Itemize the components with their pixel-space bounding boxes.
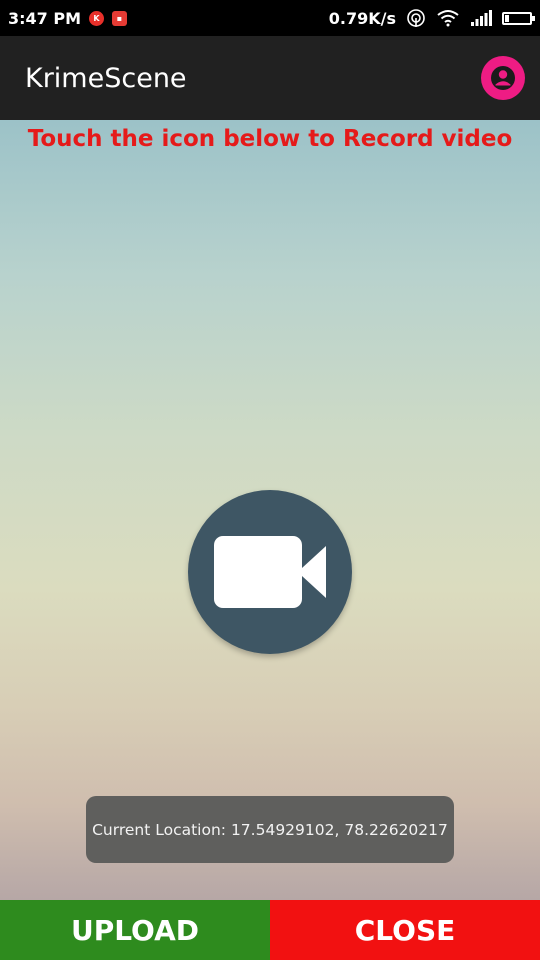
upload-button[interactable]: UPLOAD	[0, 900, 270, 960]
instruction-text: Touch the icon below to Record video	[27, 126, 513, 152]
battery-level	[505, 14, 509, 22]
status-bar: 3:47 PM K ▪ 0.79K/s	[0, 0, 540, 36]
app-bar: KrimeScene	[0, 36, 540, 120]
profile-button[interactable]	[481, 56, 525, 100]
record-area: Touch the icon below to Record video Cur…	[0, 120, 540, 900]
network-speed: 0.79K/s	[328, 8, 396, 28]
app-title: KrimeScene	[25, 62, 187, 94]
video-camera-icon	[214, 536, 326, 608]
location-text: Current Location: 17.54929102, 78.226202…	[92, 820, 448, 839]
status-right-group: 0.79K/s	[328, 8, 535, 28]
account-circle-icon	[491, 66, 515, 90]
action-bar: UPLOAD CLOSE	[0, 900, 540, 960]
battery-icon	[502, 11, 535, 25]
k-app-icon: K	[89, 10, 105, 26]
wifi-icon	[437, 10, 459, 27]
record-video-button[interactable]	[188, 490, 352, 654]
location-toast: Current Location: 17.54929102, 78.226202…	[86, 796, 454, 863]
close-button[interactable]: CLOSE	[270, 900, 540, 960]
status-time: 3:47 PM	[8, 8, 82, 28]
signal-icon	[471, 10, 492, 26]
app-screen: 3:47 PM K ▪ 0.79K/s KrimeScene Touch the…	[0, 0, 540, 960]
hotspot-icon	[407, 9, 425, 27]
chat-app-icon: ▪	[112, 10, 128, 26]
